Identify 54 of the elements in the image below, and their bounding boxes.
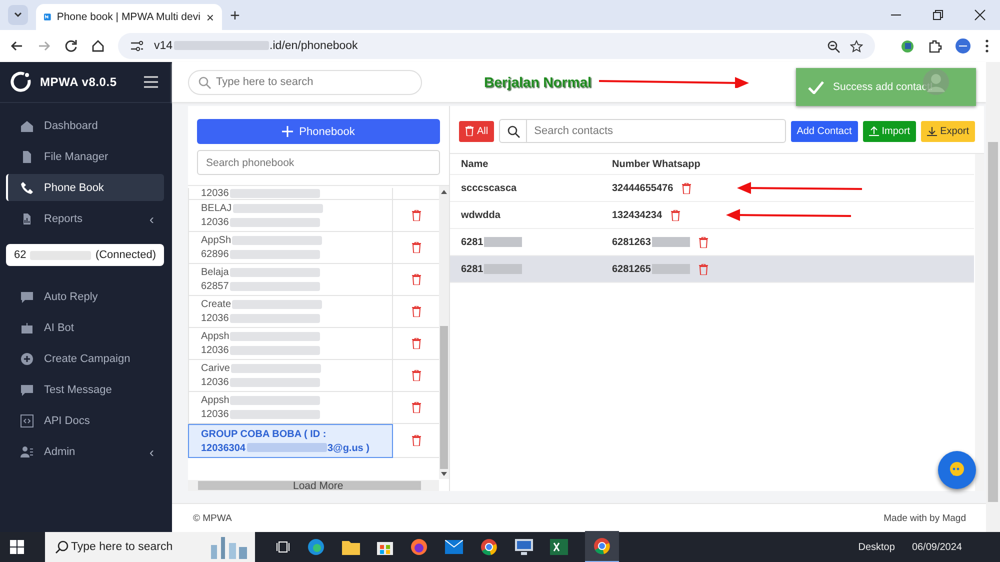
nav-item[interactable]: Phone Book [6,174,164,201]
phonebook-item[interactable]: Create 12036 [188,296,393,328]
tab-title: Phone book | MPWA Multi devi [56,11,200,23]
desktop-label[interactable]: Desktop [858,542,895,552]
table-row[interactable]: 6281 6281265 [450,256,974,283]
column-header: Name [461,158,490,170]
address-bar[interactable]: v14 .id/en/phonebook [118,33,875,59]
table-cell: 132434234 [612,210,662,220]
credit-text: Made with by Magd [884,512,966,524]
table-cell: 6281265 [612,264,651,274]
new-tab-button[interactable]: + [230,6,240,26]
table-row[interactable]: scccscasca 32444655476 [450,175,974,202]
copyright-text: © MPWA [193,512,232,524]
nav-item[interactable]: AI Bot [6,314,164,341]
table-row[interactable]: wdwdda 132434234 [450,202,974,229]
table-cell: wdwdda [461,210,500,220]
table-cell: 6281 [461,236,484,248]
phonebook-item[interactable]: AppSh 62896 [188,232,393,264]
nav-item[interactable]: File Manager [6,143,164,170]
add-contact-button[interactable]: Add Contact [790,120,858,142]
nav-item[interactable]: Auto Reply [6,283,164,310]
import-button[interactable]: Import [862,120,916,142]
phonebook-item[interactable]: Belaja 62857 [188,264,393,296]
nav-item[interactable]: Dashboard [6,112,164,139]
phonebook-item[interactable]: BELAJ 12036 [188,200,393,232]
taskbar-search-field[interactable]: Type here to search [45,532,255,562]
table-cell: 32444655476 [612,182,674,194]
search-field[interactable]: Type here to search [188,70,422,94]
toast-notification: Success add contact! [796,68,976,106]
search-field[interactable]: Search contacts [499,119,786,143]
phonebook-item[interactable]: GROUP COBA BOBA ( ID : 12036304 3@g.us ) [188,424,393,458]
clock-date[interactable]: 06/09/2024 [912,542,962,552]
browser-tab[interactable]: Phone book | MPWA Multi devi × [36,4,222,30]
add-phonebook-button[interactable]: Phonebook [197,119,440,144]
phonebook-item[interactable]: Carive 12036 [188,360,393,392]
table-cell: 6281 [461,264,484,274]
search-field[interactable]: Search phonebook [197,150,440,175]
device-status: 62 (Connected) [6,244,164,266]
table-cell: scccscasca [461,182,517,194]
phonebook-item[interactable]: 12036 [188,188,393,200]
nav-item[interactable]: Admin ‹ [6,438,164,465]
annotation-label: Berjalan Normal [484,74,592,90]
column-header: Number Whatsapp [612,158,700,170]
nav-item[interactable]: Create Campaign [6,345,164,372]
phonebook-item[interactable]: Appsh 12036 [188,392,393,424]
phonebook-item[interactable]: Appsh 12036 [188,328,393,360]
export-button[interactable]: Export [921,120,975,142]
close-tab-button[interactable]: × [206,10,214,24]
nav-item[interactable]: Test Message [6,376,164,403]
delete-all-button[interactable]: All [459,120,494,142]
brand-name: MPWA v8.0.5 [40,75,117,89]
nav-item[interactable]: Reports ‹ [6,205,164,232]
table-cell: 6281263 [612,236,651,248]
nav-item[interactable]: API Docs [6,407,164,434]
